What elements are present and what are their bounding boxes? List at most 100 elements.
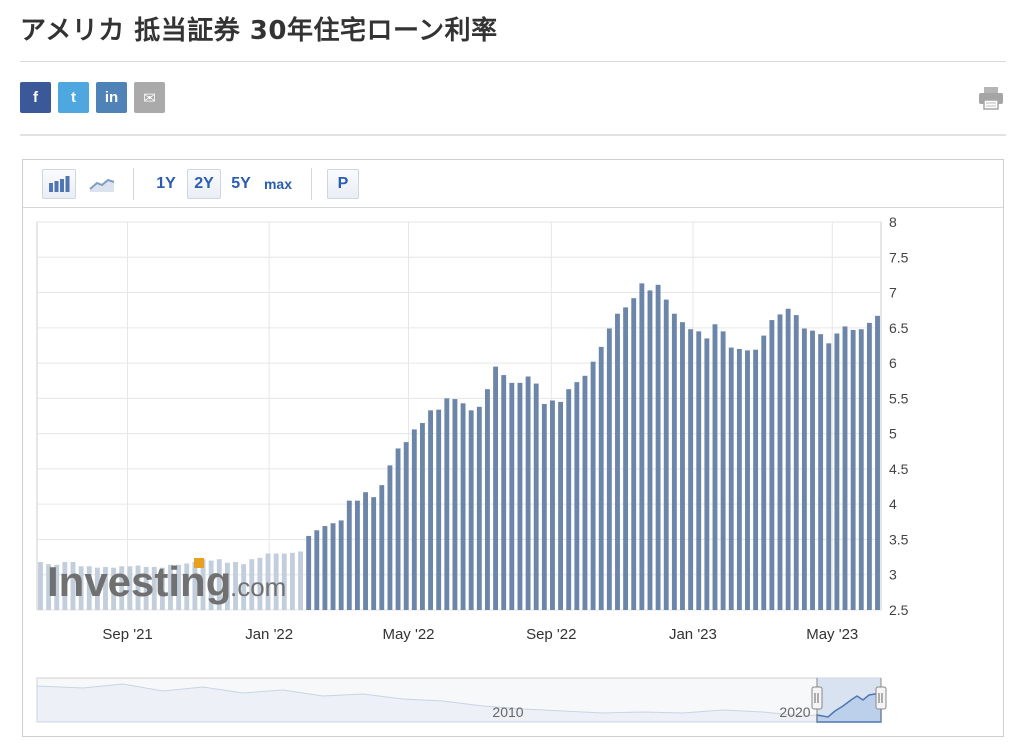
bar[interactable]: [354, 500, 360, 610]
bar[interactable]: [793, 315, 799, 610]
linkedin-share-button[interactable]: in: [96, 82, 127, 113]
bar[interactable]: [452, 399, 458, 610]
bar[interactable]: [647, 290, 653, 610]
navigator-label-2020: 2020: [779, 704, 810, 720]
bar[interactable]: [476, 406, 482, 610]
bar[interactable]: [501, 375, 507, 610]
bar[interactable]: [858, 329, 864, 610]
y-tick-label: 3.5: [889, 531, 909, 547]
bar[interactable]: [330, 523, 336, 610]
navigator-left-handle[interactable]: [811, 686, 823, 710]
divider-top: [20, 61, 1006, 62]
bar[interactable]: [850, 329, 856, 610]
page-title: アメリカ 抵当証券 30年住宅ローン利率: [20, 16, 498, 46]
x-tick-label: May '23: [806, 626, 858, 643]
bar[interactable]: [671, 313, 677, 610]
bar[interactable]: [842, 326, 848, 610]
bar[interactable]: [338, 520, 344, 610]
bar[interactable]: [38, 562, 43, 610]
bar[interactable]: [834, 333, 840, 610]
bar[interactable]: [541, 404, 547, 610]
bar[interactable]: [777, 314, 783, 610]
bar[interactable]: [493, 366, 499, 610]
bar[interactable]: [875, 315, 880, 610]
bar[interactable]: [395, 448, 401, 610]
bar[interactable]: [298, 551, 303, 610]
bar[interactable]: [419, 423, 425, 610]
x-tick-label: Jan '22: [245, 626, 293, 643]
bar[interactable]: [517, 382, 523, 610]
navigator-right-handle[interactable]: [875, 686, 887, 710]
bar[interactable]: [525, 376, 531, 610]
bar[interactable]: [371, 497, 377, 610]
facebook-share-button[interactable]: f: [20, 82, 51, 113]
bar[interactable]: [590, 361, 596, 610]
bar[interactable]: [379, 485, 385, 610]
bar[interactable]: [712, 324, 718, 610]
bar[interactable]: [403, 442, 409, 610]
bar[interactable]: [558, 401, 564, 610]
bar[interactable]: [736, 348, 742, 610]
bar[interactable]: [745, 350, 750, 610]
x-axis: Sep '21 Jan '22 May '22 Sep '22 Jan '23 May '…: [102, 626, 858, 643]
bar[interactable]: [753, 349, 759, 610]
bar[interactable]: [411, 429, 417, 610]
bar[interactable]: [460, 403, 466, 610]
bar[interactable]: [818, 334, 824, 610]
twitter-share-button[interactable]: t: [58, 82, 89, 113]
bar[interactable]: [655, 284, 661, 610]
bar[interactable]: [761, 335, 767, 610]
y-tick-label: 4.5: [889, 461, 909, 477]
print-icon[interactable]: [978, 86, 1004, 115]
bar[interactable]: [623, 307, 629, 610]
bar[interactable]: [631, 298, 637, 610]
y-tick-label: 8: [889, 214, 897, 230]
bar[interactable]: [663, 299, 669, 610]
y-tick-label: 2.5: [889, 602, 909, 618]
bar[interactable]: [826, 343, 832, 610]
bar[interactable]: [866, 322, 872, 610]
bar[interactable]: [306, 535, 312, 610]
bar[interactable]: [680, 322, 685, 610]
bar[interactable]: [696, 331, 702, 610]
bar[interactable]: [322, 526, 328, 610]
bar[interactable]: [509, 382, 515, 610]
bar[interactable]: [704, 338, 710, 610]
bar[interactable]: [363, 492, 368, 610]
bar[interactable]: [436, 409, 442, 610]
bar[interactable]: [615, 313, 620, 610]
bar[interactable]: [533, 383, 539, 610]
y-tick-label: 6: [889, 355, 897, 371]
bar[interactable]: [606, 328, 612, 610]
y-tick-label: 5.5: [889, 390, 909, 406]
bar[interactable]: [346, 500, 352, 610]
bar[interactable]: [639, 283, 645, 610]
bar[interactable]: [428, 410, 433, 610]
y-axis: 2.5 3 3.5 4 4.5 5 5.5 6 6.5 7 7.5 8: [889, 214, 909, 618]
bar[interactable]: [444, 398, 450, 610]
bar[interactable]: [314, 530, 320, 610]
chart-container: 1Y 2Y 5Y max P Investing .com 2.5 3 3.5 4 4.…: [22, 159, 1004, 737]
bar[interactable]: [720, 331, 726, 610]
bar[interactable]: [582, 375, 588, 610]
x-tick-label: Sep '21: [102, 626, 152, 643]
bar[interactable]: [728, 347, 734, 610]
bar[interactable]: [485, 389, 490, 610]
bar[interactable]: [810, 330, 815, 610]
bar[interactable]: [785, 308, 791, 610]
email-share-button[interactable]: ✉: [134, 82, 165, 113]
bar[interactable]: [387, 465, 393, 610]
bar[interactable]: [550, 400, 555, 610]
watermark-dot: [194, 558, 204, 568]
bar[interactable]: [574, 382, 580, 610]
bar[interactable]: [468, 410, 474, 610]
bar[interactable]: [769, 320, 775, 610]
bar[interactable]: [566, 389, 572, 610]
bar[interactable]: [801, 328, 807, 610]
bar[interactable]: [688, 329, 694, 610]
range-navigator[interactable]: 2010 2020: [36, 677, 887, 723]
share-bar: f t in ✉: [20, 82, 165, 113]
bar[interactable]: [289, 552, 295, 610]
bar[interactable]: [598, 346, 604, 610]
navigator-label-2010: 2010: [492, 704, 523, 720]
